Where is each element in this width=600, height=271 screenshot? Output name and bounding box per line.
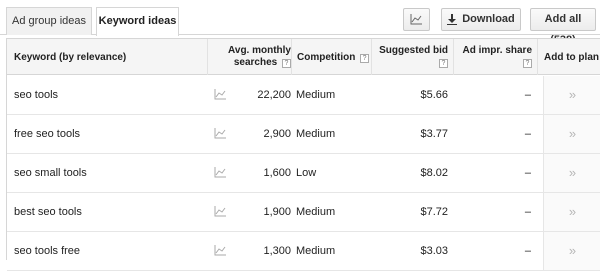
keyword-cell: seo small tools (14, 167, 87, 179)
table-header: Keyword (by relevance) Avg. monthly sear… (7, 39, 600, 75)
add-to-plan-button[interactable]: » (543, 76, 600, 114)
add-to-plan-button[interactable]: » (543, 154, 600, 192)
searches-cell: 1,300 (263, 245, 291, 257)
help-icon[interactable]: ? (282, 59, 291, 68)
add-to-plan-button[interactable]: » (543, 232, 600, 270)
header-suggested-bid[interactable]: Suggested bid ? (371, 39, 453, 75)
keyword-cell: seo tools free (14, 245, 81, 257)
searches-cell: 1,600 (263, 167, 291, 179)
table-row: seo tools 22,200 Medium $5.66 – » (7, 76, 600, 115)
tab-ad-group-ideas[interactable]: Ad group ideas (6, 7, 92, 35)
bid-cell: $3.03 (420, 245, 448, 257)
add-to-plan-button[interactable]: » (543, 115, 600, 153)
bid-cell: $5.66 (420, 89, 448, 101)
top-bar: Ad group ideas Keyword ideas Download Ad… (0, 0, 600, 46)
help-icon[interactable]: ? (523, 59, 532, 68)
searches-cell: 22,200 (257, 89, 291, 101)
keyword-cell: best seo tools (14, 206, 82, 218)
keyword-cell: seo tools (14, 89, 59, 101)
header-searches-line2: searches (233, 57, 278, 68)
header-competition-label: Competition (297, 52, 356, 63)
download-label: Download (462, 13, 515, 25)
bid-cell: $8.02 (420, 167, 448, 179)
help-icon[interactable]: ? (360, 54, 370, 63)
keyword-cell: free seo tools (14, 128, 81, 140)
table-row: seo tools free 1,300 Medium $3.03 – » (7, 232, 600, 271)
table-row: seo small tools 1,600 Low $8.02 – » (7, 154, 600, 193)
impr-share-cell: – (524, 128, 531, 140)
chart-view-button[interactable] (403, 8, 430, 31)
tab-keyword-ideas[interactable]: Keyword ideas (96, 7, 179, 36)
header-searches[interactable]: Avg. monthly searches ? (207, 39, 291, 75)
competition-cell: Medium (296, 206, 336, 218)
download-icon (447, 13, 458, 25)
competition-cell: Medium (296, 245, 336, 257)
trend-chart-icon[interactable] (214, 89, 228, 101)
keyword-table: Keyword (by relevance) Avg. monthly sear… (6, 38, 600, 271)
searches-cell: 1,900 (263, 206, 291, 218)
trend-chart-icon[interactable] (214, 128, 228, 140)
competition-cell: Medium (296, 89, 336, 101)
header-impr-label: Ad impr. share (462, 45, 532, 56)
impr-share-cell: – (524, 245, 531, 257)
impr-share-cell: – (524, 206, 531, 218)
line-chart-icon (410, 13, 422, 25)
download-button[interactable]: Download (441, 8, 521, 31)
table-row: free seo tools 2,900 Medium $3.77 – » (7, 115, 600, 154)
header-bid-label: Suggested bid (379, 45, 448, 56)
header-searches-line1: Avg. monthly (228, 45, 291, 56)
header-competition[interactable]: Competition ? (291, 39, 371, 75)
add-all-button[interactable]: Add all (538) (530, 8, 596, 46)
add-to-plan-button[interactable]: » (543, 193, 600, 231)
trend-chart-icon[interactable] (214, 245, 228, 257)
impr-share-cell: – (524, 167, 531, 179)
active-tab-gap (97, 34, 178, 35)
help-icon[interactable]: ? (439, 59, 448, 68)
header-ad-impr-share[interactable]: Ad impr. share ? (453, 39, 537, 75)
searches-cell: 2,900 (263, 128, 291, 140)
trend-chart-icon[interactable] (214, 206, 228, 218)
header-keyword[interactable]: Keyword (by relevance) (7, 39, 207, 75)
trend-chart-icon[interactable] (214, 167, 228, 179)
competition-cell: Low (296, 167, 317, 179)
bid-cell: $7.72 (420, 206, 448, 218)
header-add-to-plan: Add to plan (537, 39, 600, 75)
table-row: best seo tools 1,900 Medium $7.72 – » (7, 193, 600, 232)
impr-share-cell: – (524, 89, 531, 101)
bid-cell: $3.77 (420, 128, 448, 140)
competition-cell: Medium (296, 128, 336, 140)
